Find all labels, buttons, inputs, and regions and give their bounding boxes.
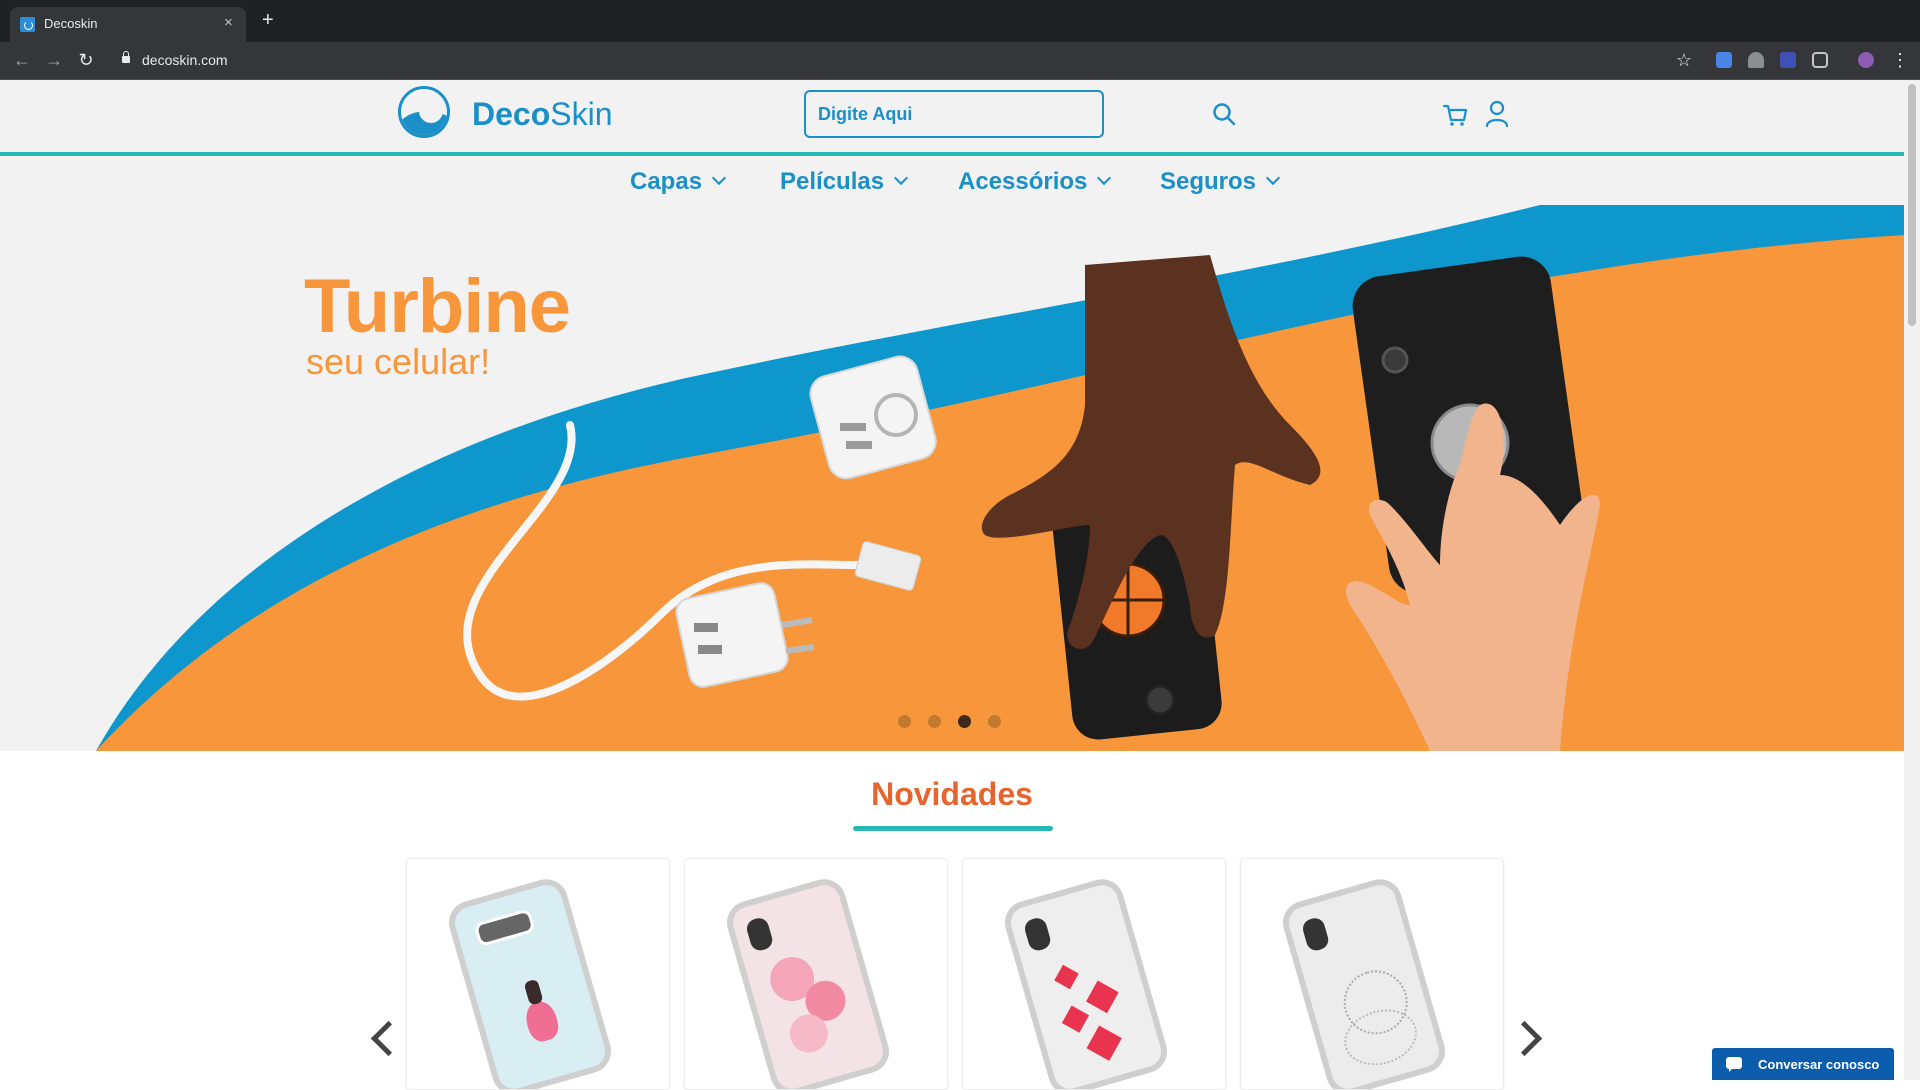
tab-close-icon[interactable]: × — [224, 14, 233, 32]
chat-bubble-icon — [1726, 1057, 1742, 1072]
nav-item-label: Capas — [630, 168, 703, 195]
new-tab-button[interactable]: + — [262, 10, 274, 30]
carousel-prev-arrow-icon[interactable] — [370, 1020, 407, 1057]
browser-tab[interactable]: Decoskin × — [10, 7, 246, 42]
nav-item-acessorios[interactable]: Acessórios — [958, 168, 1112, 196]
nav-item-capas[interactable]: Capas — [630, 168, 727, 196]
pocket-extension-icon[interactable] — [1812, 52, 1828, 68]
nav-item-label: Películas — [780, 168, 885, 195]
page-scrollbar[interactable] — [1904, 80, 1920, 1080]
lock-icon[interactable] — [122, 51, 130, 63]
bookmark-star-icon[interactable]: ☆ — [1672, 42, 1696, 79]
decoskin-logo-icon[interactable] — [398, 86, 450, 138]
translate-extension-icon[interactable] — [1716, 52, 1732, 68]
logo-text-bold: Deco — [472, 96, 551, 132]
product-card[interactable] — [1240, 858, 1504, 1090]
decoskin-logo[interactable]: DecoSkin — [472, 96, 613, 133]
extension-icon[interactable] — [1780, 52, 1796, 68]
section-underline — [853, 826, 1053, 831]
address-bar[interactable]: decoskin.com — [142, 52, 228, 68]
back-button[interactable]: ← — [10, 42, 34, 79]
chevron-down-icon — [711, 170, 727, 186]
search-input[interactable] — [804, 90, 1104, 138]
section-title-novidades: Novidades — [871, 776, 1033, 812]
profile-avatar-icon[interactable] — [1858, 52, 1874, 68]
cart-icon[interactable] — [1442, 102, 1468, 128]
nav-item-label: Seguros — [1160, 168, 1257, 195]
product-card[interactable] — [406, 858, 670, 1090]
forward-button[interactable]: → — [42, 42, 66, 79]
nav-item-seguros[interactable]: Seguros — [1160, 168, 1281, 196]
chevron-down-icon — [893, 170, 909, 186]
hero-subtitle: seu celular! — [306, 341, 491, 382]
carousel-dot-1[interactable] — [898, 715, 911, 728]
search-icon[interactable] — [1212, 102, 1236, 126]
product-card[interactable] — [684, 858, 948, 1090]
product-card[interactable] — [962, 858, 1226, 1090]
phone-case-hearts-icon — [999, 874, 1173, 1089]
chat-button[interactable]: Conversar conosco — [1712, 1048, 1894, 1080]
logo-text-light: Skin — [550, 96, 613, 132]
tab-title: Decoskin — [44, 16, 98, 31]
hero-background — [96, 205, 1904, 751]
site-favicon-icon — [20, 17, 35, 32]
chat-button-label: Conversar conosco — [1758, 1057, 1880, 1072]
carousel-dots — [898, 715, 1018, 733]
phone-case-pink-flowers-icon — [721, 874, 895, 1089]
phone-case-lace-icon — [1277, 874, 1451, 1089]
reload-button[interactable]: ↻ — [74, 42, 98, 79]
browser-toolbar: ← → ↻ decoskin.com ☆ ⋮ — [0, 42, 1920, 79]
browser-menu-icon[interactable]: ⋮ — [1888, 42, 1912, 79]
carousel-next-arrow-icon[interactable] — [1506, 1020, 1543, 1057]
user-account-icon[interactable] — [1484, 100, 1510, 128]
carousel-dot-3[interactable] — [958, 715, 971, 728]
hero-banner[interactable]: Turbine seu celular! — [0, 205, 1904, 751]
carousel-dot-2[interactable] — [928, 715, 941, 728]
carousel-dot-4[interactable] — [988, 715, 1001, 728]
hero-title: Turbine — [304, 264, 571, 349]
chevron-down-icon — [1265, 170, 1281, 186]
browser-tab-bar: Decoskin × + — [0, 0, 1920, 42]
category-nav: Capas Películas Acessórios Seguros — [0, 156, 1904, 206]
drive-extension-icon[interactable] — [1748, 52, 1764, 68]
nav-item-peliculas[interactable]: Películas — [780, 168, 909, 196]
phone-case-ballerina-icon — [443, 874, 617, 1089]
scrollbar-thumb[interactable] — [1908, 84, 1916, 326]
nav-item-label: Acessórios — [958, 168, 1088, 195]
chevron-down-icon — [1097, 170, 1112, 186]
